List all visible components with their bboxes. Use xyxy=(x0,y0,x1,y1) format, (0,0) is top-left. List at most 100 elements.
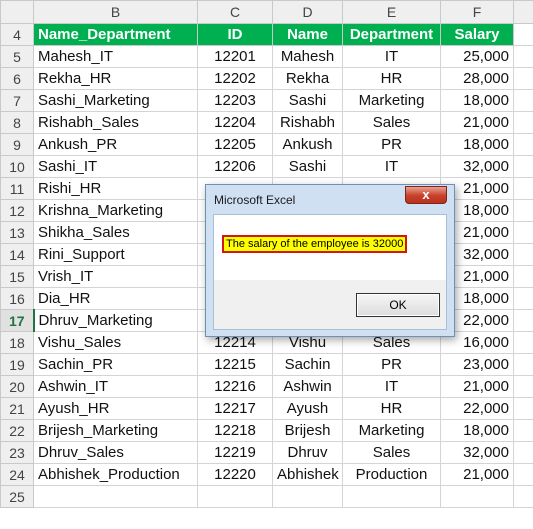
row-header[interactable]: 7 xyxy=(0,89,34,112)
table-cell[interactable] xyxy=(513,331,533,354)
cell-name-department[interactable]: Ayush_HR xyxy=(33,397,198,420)
cell-name-department[interactable]: Sachin_PR xyxy=(33,353,198,376)
cell-name[interactable]: Dhruv xyxy=(272,441,343,464)
cell-name-department[interactable] xyxy=(33,485,198,508)
close-button[interactable]: x xyxy=(405,186,447,204)
cell-name[interactable] xyxy=(272,485,343,508)
column-header-d[interactable]: D xyxy=(272,0,343,24)
table-cell[interactable] xyxy=(513,177,533,200)
cell-name[interactable]: Sachin xyxy=(272,353,343,376)
cell-salary[interactable]: 18,000 xyxy=(440,89,514,112)
cell-name[interactable]: Ashwin xyxy=(272,375,343,398)
table-cell[interactable] xyxy=(513,89,533,112)
table-cell[interactable] xyxy=(513,111,533,134)
cell-department[interactable]: HR xyxy=(342,67,441,90)
column-header-b[interactable]: B xyxy=(33,0,198,24)
table-cell[interactable] xyxy=(513,243,533,266)
column-header-c[interactable]: C xyxy=(197,0,273,24)
table-cell[interactable] xyxy=(513,221,533,244)
row-header[interactable]: 10 xyxy=(0,155,34,178)
dialog-titlebar[interactable]: Microsoft Excel x xyxy=(206,185,454,213)
cell-name-department[interactable]: Rishi_HR xyxy=(33,177,198,200)
row-header[interactable]: 23 xyxy=(0,441,34,464)
cell-name-department[interactable]: Shikha_Sales xyxy=(33,221,198,244)
cell-department[interactable]: PR xyxy=(342,353,441,376)
row-header[interactable]: 20 xyxy=(0,375,34,398)
cell-id[interactable]: 12216 xyxy=(197,375,273,398)
cell-salary[interactable]: 23,000 xyxy=(440,353,514,376)
row-header[interactable]: 18 xyxy=(0,331,34,354)
cell-name-department[interactable]: Brijesh_Marketing xyxy=(33,419,198,442)
cell-name-department[interactable]: Dia_HR xyxy=(33,287,198,310)
row-header[interactable]: 12 xyxy=(0,199,34,222)
cell-salary[interactable]: 21,000 xyxy=(440,463,514,486)
cell-name[interactable]: Sashi xyxy=(272,89,343,112)
cell-department[interactable]: IT xyxy=(342,45,441,68)
table-cell[interactable] xyxy=(513,463,533,486)
row-header[interactable]: 19 xyxy=(0,353,34,376)
row-header[interactable]: 22 xyxy=(0,419,34,442)
table-cell[interactable] xyxy=(513,265,533,288)
table-cell[interactable] xyxy=(513,353,533,376)
cell-name-department[interactable]: Krishna_Marketing xyxy=(33,199,198,222)
cell-salary[interactable]: 32,000 xyxy=(440,441,514,464)
cell-name-department[interactable]: Ankush_PR xyxy=(33,133,198,156)
header-cell-department[interactable]: Department xyxy=(342,23,441,46)
cell-name-department[interactable]: Rini_Support xyxy=(33,243,198,266)
cell-department[interactable]: Production xyxy=(342,463,441,486)
table-cell[interactable] xyxy=(513,309,533,332)
row-header[interactable]: 4 xyxy=(0,23,34,46)
cell-department[interactable] xyxy=(342,485,441,508)
row-header[interactable]: 16 xyxy=(0,287,34,310)
cell-name-department[interactable]: Sashi_IT xyxy=(33,155,198,178)
row-header[interactable]: 17 xyxy=(0,309,35,332)
row-header[interactable]: 21 xyxy=(0,397,34,420)
table-cell[interactable] xyxy=(513,67,533,90)
cell-id[interactable] xyxy=(197,485,273,508)
cell-name-department[interactable]: Vrish_IT xyxy=(33,265,198,288)
cell-name[interactable]: Ankush xyxy=(272,133,343,156)
cell-id[interactable]: 12218 xyxy=(197,419,273,442)
row-header[interactable]: 13 xyxy=(0,221,34,244)
table-cell[interactable] xyxy=(513,375,533,398)
table-cell[interactable] xyxy=(513,287,533,310)
cell-name[interactable]: Brijesh xyxy=(272,419,343,442)
select-all-corner[interactable] xyxy=(0,0,34,24)
cell-name[interactable]: Rishabh xyxy=(272,111,343,134)
column-header-f[interactable]: F xyxy=(440,0,514,24)
table-cell[interactable] xyxy=(513,397,533,420)
header-cell-name[interactable]: Name xyxy=(272,23,343,46)
table-cell[interactable] xyxy=(513,419,533,442)
cell-department[interactable]: IT xyxy=(342,375,441,398)
cell-name[interactable]: Rekha xyxy=(272,67,343,90)
cell-id[interactable]: 12201 xyxy=(197,45,273,68)
cell-id[interactable]: 12204 xyxy=(197,111,273,134)
cell-department[interactable]: Sales xyxy=(342,441,441,464)
cell-department[interactable]: Sales xyxy=(342,111,441,134)
header-cell-salary[interactable]: Salary xyxy=(440,23,514,46)
cell-id[interactable]: 12205 xyxy=(197,133,273,156)
row-header[interactable]: 6 xyxy=(0,67,34,90)
cell-name-department[interactable]: Ashwin_IT xyxy=(33,375,198,398)
table-cell[interactable] xyxy=(513,441,533,464)
table-cell[interactable] xyxy=(513,23,533,46)
header-cell-name-department[interactable]: Name_Department xyxy=(33,23,198,46)
ok-button[interactable]: OK xyxy=(356,293,440,317)
cell-salary[interactable]: 21,000 xyxy=(440,111,514,134)
cell-name-department[interactable]: Dhruv_Sales xyxy=(33,441,198,464)
table-cell[interactable] xyxy=(513,133,533,156)
table-cell[interactable] xyxy=(513,155,533,178)
cell-id[interactable]: 12220 xyxy=(197,463,273,486)
cell-name-department[interactable]: Abhishek_Production xyxy=(33,463,198,486)
cell-id[interactable]: 12203 xyxy=(197,89,273,112)
cell-name[interactable]: Ayush xyxy=(272,397,343,420)
cell-salary[interactable] xyxy=(440,485,514,508)
row-header[interactable]: 14 xyxy=(0,243,34,266)
cell-salary[interactable]: 25,000 xyxy=(440,45,514,68)
row-header[interactable]: 25 xyxy=(0,485,34,508)
cell-department[interactable]: Marketing xyxy=(342,89,441,112)
cell-id[interactable]: 12219 xyxy=(197,441,273,464)
cell-name[interactable]: Sashi xyxy=(272,155,343,178)
cell-salary[interactable]: 18,000 xyxy=(440,133,514,156)
cell-salary[interactable]: 32,000 xyxy=(440,155,514,178)
